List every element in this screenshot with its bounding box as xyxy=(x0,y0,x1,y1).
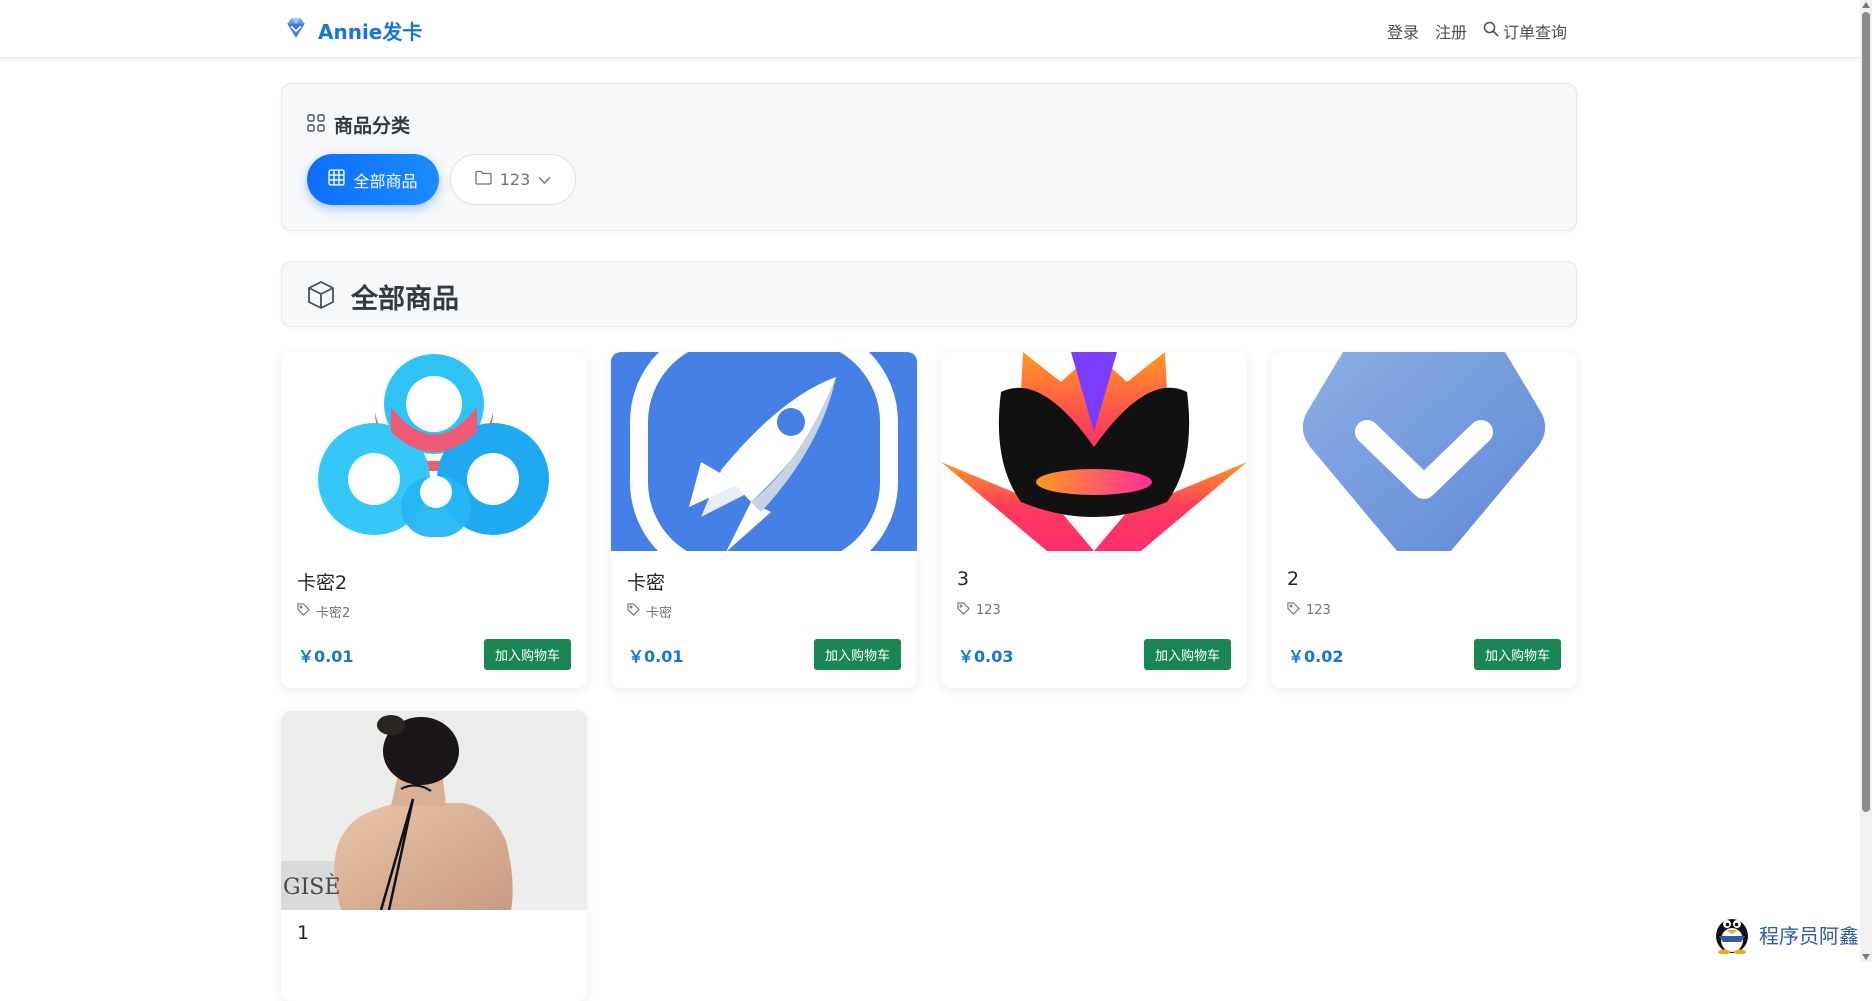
add-to-cart-button[interactable]: 加入购物车 xyxy=(814,639,901,670)
product-price: ￥0.01 xyxy=(628,647,684,666)
penguin-avatar-icon xyxy=(1711,910,1753,958)
product-tag-label: 卡密2 xyxy=(316,606,351,621)
product-card[interactable]: 卡密2 卡密2 ￥0.01 加入购物车 xyxy=(281,352,587,688)
register-link[interactable]: 注册 xyxy=(1435,19,1467,43)
category-title: 商品分类 xyxy=(334,115,411,137)
box-icon xyxy=(305,279,337,315)
product-image-flame-crown[interactable] xyxy=(941,352,1247,551)
nav-links: 登录 注册 订单查询 xyxy=(1387,19,1567,43)
top-navbar: Annie发卡 登录 注册 订单查询 xyxy=(0,0,1860,58)
category-dropdown[interactable]: 123 xyxy=(450,154,576,205)
scroll-thumb[interactable] xyxy=(1862,12,1870,812)
product-price: ￥0.01 xyxy=(298,647,354,666)
product-price: ￥0.02 xyxy=(1288,647,1344,666)
section-header-panel: 全部商品 xyxy=(281,261,1577,327)
add-to-cart-button[interactable]: 加入购物车 xyxy=(1474,639,1561,670)
product-name[interactable]: 1 xyxy=(297,922,309,944)
product-tag: 卡密 xyxy=(627,602,672,621)
product-image-baidu-cloud[interactable] xyxy=(281,352,587,551)
product-card[interactable]: 2 123 ￥0.02 加入购物车 xyxy=(1271,352,1577,688)
category-label: 123 xyxy=(499,170,531,189)
product-image-photo[interactable]: GISÈ xyxy=(281,711,587,910)
table-grid-icon xyxy=(328,169,346,190)
category-header: 商品分类 xyxy=(307,111,410,138)
author-watermark: 程序员阿鑫 xyxy=(1711,910,1859,958)
product-tag-label: 123 xyxy=(1306,603,1331,618)
diamond-logo-icon xyxy=(283,15,309,45)
section-title: 全部商品 xyxy=(351,284,459,315)
chevron-down-icon xyxy=(538,170,551,189)
folder-icon xyxy=(475,170,492,189)
section-header: 全部商品 xyxy=(305,277,459,316)
vertical-scrollbar[interactable] xyxy=(1860,0,1872,962)
product-name[interactable]: 卡密2 xyxy=(297,568,347,595)
scroll-down-arrow-icon[interactable] xyxy=(1862,954,1870,960)
watermark-text: 程序员阿鑫 xyxy=(1759,923,1859,948)
product-card[interactable]: 卡密 卡密 ￥0.01 加入购物车 xyxy=(611,352,917,688)
category-panel: 商品分类 全部商品 123 xyxy=(281,83,1577,231)
product-tag: 123 xyxy=(957,602,1001,619)
login-link[interactable]: 登录 xyxy=(1387,19,1419,43)
grid-icon xyxy=(307,113,325,136)
order-query-link[interactable]: 订单查询 xyxy=(1483,19,1567,43)
product-card[interactable]: GISÈ 1 xyxy=(281,711,587,1001)
brand-name: Annie发卡 xyxy=(318,19,423,44)
product-tag: 卡密2 xyxy=(297,602,350,621)
product-tag-label: 卡密 xyxy=(646,606,673,621)
product-price: ￥0.03 xyxy=(958,647,1014,666)
order-query-label: 订单查询 xyxy=(1503,23,1568,42)
search-icon xyxy=(1483,21,1499,41)
photo-caption: GISÈ xyxy=(283,875,341,900)
brand[interactable]: Annie发卡 xyxy=(283,15,422,45)
scroll-up-arrow-icon[interactable] xyxy=(1862,2,1870,8)
all-products-button[interactable]: 全部商品 xyxy=(307,154,439,205)
product-image-rocket[interactable] xyxy=(611,352,917,551)
product-image-gem-check[interactable] xyxy=(1271,352,1577,551)
product-tag: 123 xyxy=(1287,602,1331,619)
product-name[interactable]: 2 xyxy=(1287,568,1299,590)
product-card[interactable]: 3 123 ￥0.03 加入购物车 xyxy=(941,352,1247,688)
tag-icon xyxy=(1287,602,1300,619)
add-to-cart-button[interactable]: 加入购物车 xyxy=(484,639,571,670)
product-tag-label: 123 xyxy=(976,603,1001,618)
tag-icon xyxy=(957,602,970,619)
product-name[interactable]: 卡密 xyxy=(627,568,665,595)
product-name[interactable]: 3 xyxy=(957,568,969,590)
add-to-cart-button[interactable]: 加入购物车 xyxy=(1144,639,1231,670)
all-products-label: 全部商品 xyxy=(353,171,418,191)
tag-icon xyxy=(297,603,310,620)
tag-icon xyxy=(627,603,640,620)
